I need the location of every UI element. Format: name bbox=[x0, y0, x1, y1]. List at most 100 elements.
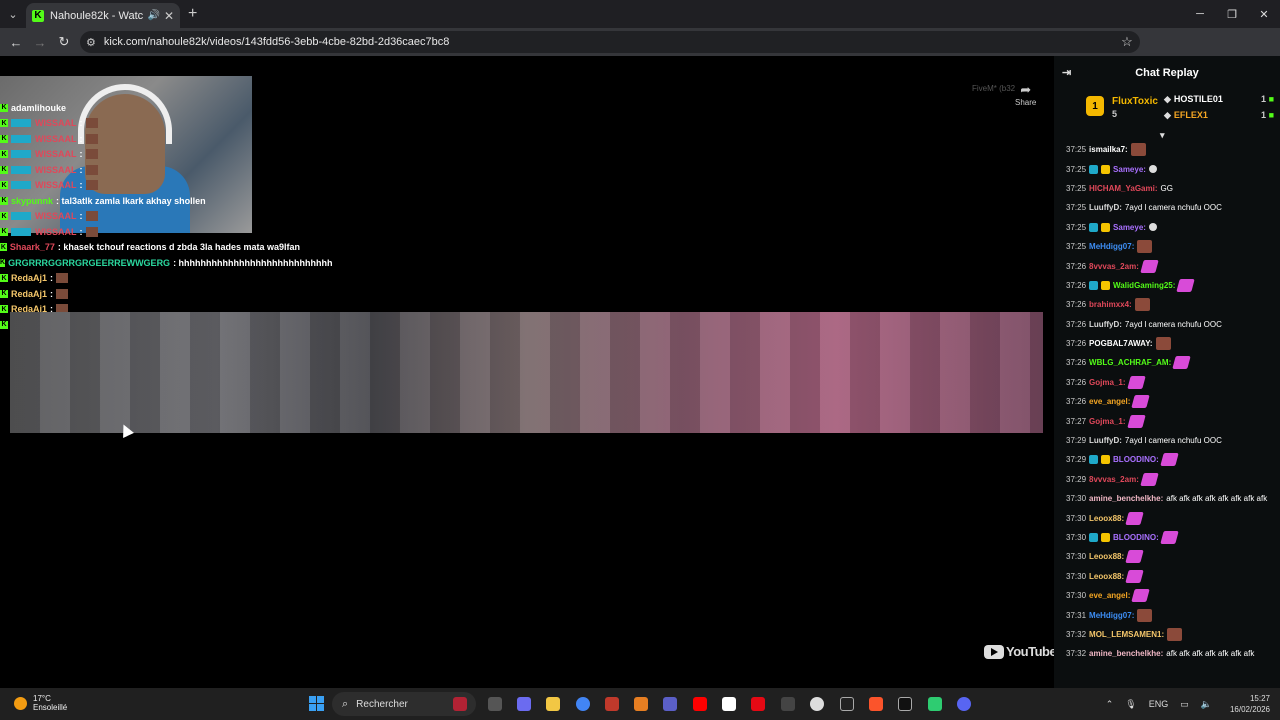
message-timestamp[interactable]: 37:30 bbox=[1066, 571, 1086, 582]
message-username[interactable]: eve_angel: bbox=[1089, 396, 1130, 407]
expand-leaderboard-icon[interactable]: ▾ bbox=[1160, 130, 1165, 141]
leaderboard-item[interactable]: HOSTILE01 1 bbox=[1164, 94, 1274, 105]
message-timestamp[interactable]: 37:26 bbox=[1066, 280, 1086, 291]
message-timestamp[interactable]: 37:26 bbox=[1066, 396, 1086, 407]
new-tab-icon[interactable]: + bbox=[188, 5, 197, 23]
message-username[interactable]: Leoox88: bbox=[1089, 551, 1124, 562]
xm-icon[interactable] bbox=[840, 697, 854, 711]
teams-icon[interactable] bbox=[663, 697, 677, 711]
audio-icon[interactable]: 🔊 bbox=[147, 10, 159, 21]
message-timestamp[interactable]: 37:29 bbox=[1066, 454, 1086, 465]
message-timestamp[interactable]: 37:27 bbox=[1066, 416, 1086, 427]
message-timestamp[interactable]: 37:30 bbox=[1066, 551, 1086, 562]
tab-close-icon[interactable]: ✕ bbox=[164, 9, 174, 23]
share-button[interactable]: ➦ Share bbox=[1015, 82, 1036, 107]
message-timestamp[interactable]: 37:26 bbox=[1066, 377, 1086, 388]
message-timestamp[interactable]: 37:26 bbox=[1066, 338, 1086, 349]
app-cloud-icon[interactable] bbox=[781, 697, 795, 711]
message-username[interactable]: Gojma_1: bbox=[1089, 377, 1125, 388]
video-player[interactable]: Kadamlihouke K WISSAAL: K WISSAAL: K WISSAAL: K… bbox=[0, 56, 1054, 688]
message-username[interactable]: BLOODINO: bbox=[1113, 532, 1159, 543]
address-bar[interactable]: ⚙ kick.com/nahoule82k/videos/143fdd56-3e… bbox=[80, 31, 1140, 53]
message-username[interactable]: WBLG_ACHRAF_AM: bbox=[1089, 357, 1171, 368]
language-indicator[interactable]: ENG bbox=[1149, 699, 1169, 709]
message-timestamp[interactable]: 37:25 bbox=[1066, 241, 1086, 252]
message-timestamp[interactable]: 37:26 bbox=[1066, 261, 1086, 272]
message-username[interactable]: MeHdigg07: bbox=[1089, 241, 1134, 252]
discord-icon[interactable] bbox=[957, 697, 971, 711]
message-timestamp[interactable]: 37:32 bbox=[1066, 629, 1086, 640]
browser-tab[interactable]: K Nahoule82k - Watch the VO 🔊 ✕ bbox=[26, 3, 180, 28]
minimize-icon[interactable]: ─ bbox=[1184, 0, 1216, 28]
forward-icon[interactable]: → bbox=[28, 35, 52, 50]
message-username[interactable]: BLOODINO: bbox=[1113, 454, 1159, 465]
message-username[interactable]: 8vvvas_2am: bbox=[1089, 474, 1139, 485]
show-hidden-icons-icon[interactable]: ⌃ bbox=[1106, 699, 1114, 710]
message-username[interactable]: POGBAL7AWAY: bbox=[1089, 338, 1153, 349]
taskbar-clock[interactable]: 15:27 16/02/2026 bbox=[1230, 693, 1270, 715]
youtube-app-icon[interactable] bbox=[693, 697, 707, 711]
message-username[interactable]: 8vvvas_2am: bbox=[1089, 261, 1139, 272]
youtube-watermark[interactable]: YouTube bbox=[984, 644, 1054, 659]
volume-icon[interactable]: 🔈 bbox=[1201, 699, 1212, 710]
message-username[interactable]: Sameye: bbox=[1113, 222, 1146, 233]
netflix-icon[interactable] bbox=[751, 697, 765, 711]
copilot-icon[interactable] bbox=[517, 697, 531, 711]
message-timestamp[interactable]: 37:30 bbox=[1066, 590, 1086, 601]
message-timestamp[interactable]: 37:29 bbox=[1066, 474, 1086, 485]
leaderboard-item[interactable]: EFLEX1 1 bbox=[1164, 110, 1274, 121]
message-username[interactable]: WalidGaming25: bbox=[1113, 280, 1175, 291]
message-username[interactable]: Sameye: bbox=[1113, 164, 1146, 175]
tab-search-menu-icon[interactable]: ⌄ bbox=[0, 0, 26, 28]
app-a-icon[interactable] bbox=[605, 697, 619, 711]
message-timestamp[interactable]: 37:25 bbox=[1066, 144, 1086, 155]
app-green-icon[interactable] bbox=[928, 697, 942, 711]
site-info-icon[interactable]: ⚙ bbox=[86, 36, 96, 49]
fn-app-icon[interactable] bbox=[722, 697, 736, 711]
message-username[interactable]: MeHdigg07: bbox=[1089, 610, 1134, 621]
url-text[interactable]: kick.com/nahoule82k/videos/143fdd56-3ebb… bbox=[104, 36, 1114, 48]
message-username[interactable]: LuuffyD: bbox=[1089, 202, 1122, 213]
message-username[interactable]: brahimxx4: bbox=[1089, 299, 1132, 310]
message-username[interactable]: amine_benchelkhe: bbox=[1089, 493, 1163, 504]
message-timestamp[interactable]: 37:26 bbox=[1066, 299, 1086, 310]
message-timestamp[interactable]: 37:26 bbox=[1066, 357, 1086, 368]
message-timestamp[interactable]: 37:30 bbox=[1066, 493, 1086, 504]
reload-icon[interactable]: ↻ bbox=[52, 34, 76, 50]
chrome-icon[interactable] bbox=[576, 697, 590, 711]
windows-start-icon[interactable] bbox=[309, 696, 324, 711]
collapse-chat-icon[interactable]: ⇥ bbox=[1062, 66, 1071, 79]
message-username[interactable]: ismailka7: bbox=[1089, 144, 1128, 155]
message-username[interactable]: HICHAM_YaGami: bbox=[1089, 183, 1157, 194]
message-username[interactable]: eve_angel: bbox=[1089, 590, 1130, 601]
message-timestamp[interactable]: 37:25 bbox=[1066, 183, 1086, 194]
openai-icon[interactable] bbox=[810, 697, 824, 711]
message-timestamp[interactable]: 37:29 bbox=[1066, 435, 1086, 446]
tradingview-icon[interactable] bbox=[898, 697, 912, 711]
message-timestamp[interactable]: 37:31 bbox=[1066, 610, 1086, 621]
bookmark-star-icon[interactable]: ☆ bbox=[1114, 34, 1140, 50]
network-icon[interactable]: ▭ bbox=[1180, 699, 1189, 710]
message-username[interactable]: amine_benchelkhe: bbox=[1089, 648, 1163, 659]
message-timestamp[interactable]: 37:25 bbox=[1066, 202, 1086, 213]
message-username[interactable]: Gojma_1: bbox=[1089, 416, 1125, 427]
message-username[interactable]: Leoox88: bbox=[1089, 571, 1124, 582]
file-explorer-icon[interactable] bbox=[546, 697, 560, 711]
message-username[interactable]: MOL_LEMSAMEN1: bbox=[1089, 629, 1164, 640]
message-username[interactable]: LuuffyD: bbox=[1089, 435, 1122, 446]
message-timestamp[interactable]: 37:32 bbox=[1066, 648, 1086, 659]
weather-widget[interactable]: 17°C Ensoleillé bbox=[14, 694, 67, 712]
app-shield-icon[interactable] bbox=[634, 697, 648, 711]
back-icon[interactable]: ← bbox=[4, 35, 28, 50]
message-username[interactable]: Leoox88: bbox=[1089, 513, 1124, 524]
message-timestamp[interactable]: 37:25 bbox=[1066, 222, 1086, 233]
flag-us-icon[interactable] bbox=[453, 697, 467, 711]
message-timestamp[interactable]: 37:30 bbox=[1066, 513, 1086, 524]
restore-icon[interactable]: ❐ bbox=[1216, 0, 1248, 28]
brave-icon[interactable] bbox=[869, 697, 883, 711]
message-timestamp[interactable]: 37:26 bbox=[1066, 319, 1086, 330]
message-timestamp[interactable]: 37:30 bbox=[1066, 532, 1086, 543]
microphone-icon[interactable]: 🎙 bbox=[1125, 699, 1136, 710]
message-timestamp[interactable]: 37:25 bbox=[1066, 164, 1086, 175]
message-username[interactable]: LuuffyD: bbox=[1089, 319, 1122, 330]
